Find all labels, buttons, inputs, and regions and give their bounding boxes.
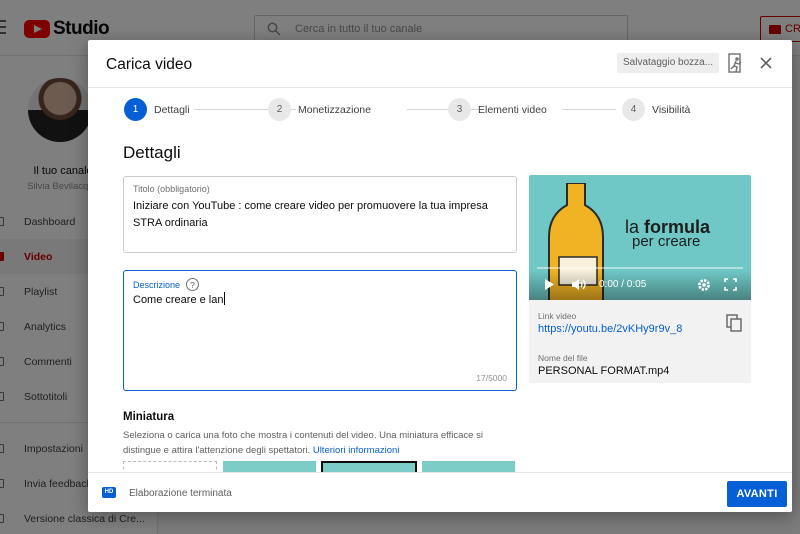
description-field-value[interactable]: Come creare e lan (133, 292, 225, 309)
help-icon[interactable]: ? (186, 278, 200, 291)
title-field-label: Titolo (obbligatorio) (133, 184, 210, 194)
video-overlay-line2: per creare (632, 233, 701, 250)
step-video-elements[interactable]: 3 Elementi video (448, 98, 547, 121)
close-icon[interactable] (758, 55, 774, 71)
video-preview-card: la formula per creare 0:00 / 0:05 Link v… (529, 175, 751, 383)
step-details[interactable]: 1 Dettagli (124, 98, 190, 121)
fullscreen-icon[interactable] (724, 278, 737, 291)
video-time: 0:00 / 0:05 (599, 279, 647, 290)
step-label: Visibilità (652, 103, 691, 116)
video-player[interactable]: la formula per creare 0:00 / 0:05 (529, 175, 751, 300)
dialog-header: Carica video Salvataggio bozza... (88, 40, 792, 88)
description-field[interactable]: Descrizione ? Come creare e lan 17/5000 (123, 270, 517, 391)
learn-more-link[interactable]: Ulteriori informazioni (313, 445, 400, 456)
file-name-label: Nome del file (538, 353, 588, 363)
section-title: Dettagli (123, 143, 181, 162)
thumbnail-description-text: Seleziona o carica una foto che mostra i… (123, 430, 483, 456)
description-label-text: Descrizione (133, 279, 181, 290)
next-button[interactable]: AVANTI (727, 481, 787, 507)
title-field[interactable]: Titolo (obbligatorio) Iniziare con YouTu… (123, 176, 517, 253)
thumbnail-title: Miniatura (123, 411, 175, 423)
video-link-label: Link video (538, 311, 577, 321)
hd-processing-icon: HD (102, 487, 116, 498)
step-label: Monetizzazione (298, 103, 371, 116)
volume-icon[interactable] (571, 278, 587, 291)
step-label: Dettagli (154, 103, 190, 116)
dialog-title: Carica video (106, 56, 193, 73)
dialog-footer: HD Elaborazione terminata AVANTI (88, 472, 792, 512)
processing-status: Elaborazione terminata (129, 488, 232, 499)
step-number: 3 (448, 98, 471, 121)
play-icon[interactable] (543, 278, 555, 291)
copy-icon[interactable] (726, 314, 742, 332)
character-counter: 17/5000 (476, 373, 507, 383)
upload-stepper: 1 Dettagli 2 Monetizzazione 3 Elementi v… (124, 98, 744, 124)
title-field-value[interactable]: Iniziare con YouTube : come creare video… (133, 198, 508, 232)
settings-gear-icon[interactable] (697, 278, 711, 292)
step-label: Elementi video (478, 103, 547, 116)
text-cursor (223, 292, 225, 305)
step-number: 4 (622, 98, 645, 121)
save-status-badge: Salvataggio bozza... (617, 53, 720, 73)
description-text: Come creare e lan (133, 294, 224, 306)
description-field-label: Descrizione ? (133, 278, 200, 291)
video-link[interactable]: https://youtu.be/2vKHy9r9v_8 (538, 323, 682, 335)
step-number: 1 (124, 98, 147, 121)
video-controls: 0:00 / 0:05 (529, 270, 751, 300)
report-issue-icon[interactable] (728, 53, 744, 73)
step-visibility[interactable]: 4 Visibilità (622, 98, 690, 121)
video-progress-bar[interactable] (537, 267, 743, 269)
thumbnail-description: Seleziona o carica una foto che mostra i… (123, 428, 503, 458)
step-monetization[interactable]: 2 Monetizzazione (268, 98, 371, 121)
step-number: 2 (268, 98, 291, 121)
upload-dialog: Carica video Salvataggio bozza... 1 Dett… (88, 40, 792, 512)
file-name: PERSONAL FORMAT.mp4 (538, 365, 670, 377)
step-connector (562, 109, 616, 110)
